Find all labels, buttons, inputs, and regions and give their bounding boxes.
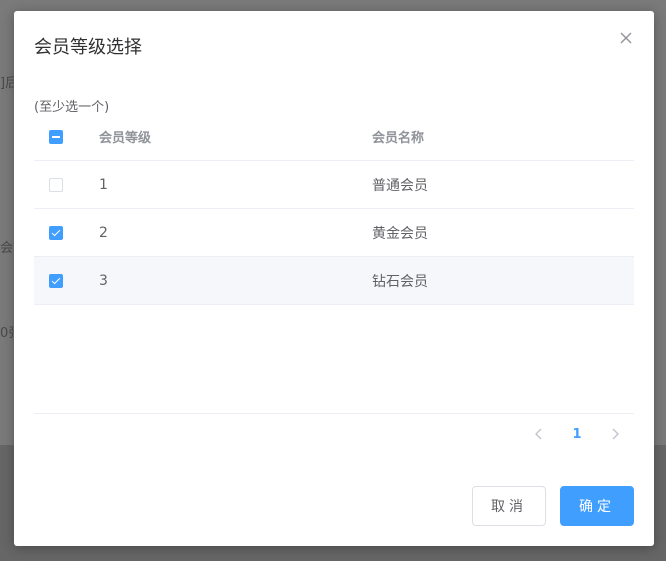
name-cell: 黄金会员 [372,225,428,242]
column-header-level[interactable]: 会员等级 [99,113,151,160]
row-checkbox[interactable] [49,177,63,192]
close-button[interactable] [618,30,634,46]
close-icon [620,32,632,44]
table-row[interactable]: 1 普通会员 [34,161,634,209]
level-cell: 1 [99,176,108,193]
next-page-button[interactable] [596,420,634,448]
background-text-fragment: 会 [0,241,14,256]
cancel-button[interactable]: 取消 [472,486,546,526]
select-all-checkbox[interactable] [49,129,63,144]
name-cell: 普通会员 [372,177,428,194]
page-number-current[interactable]: 1 [558,420,596,448]
chevron-left-icon [535,428,542,440]
member-level-dialog: 会员等级选择 (至少选一个) 会员等级 会员名称 1 普通会员 2 黄金会员 3… [14,11,654,546]
member-level-table: 会员等级 会员名称 1 普通会员 2 黄金会员 3 钻石会员 [34,113,634,305]
dialog-title: 会员等级选择 [34,37,142,58]
chevron-right-icon [612,428,619,440]
name-cell: 钻石会员 [372,273,428,290]
level-cell: 2 [99,224,108,241]
row-checkbox[interactable] [49,273,63,288]
table-row[interactable]: 3 钻石会员 [34,257,634,305]
table-header-row: 会员等级 会员名称 [34,113,634,161]
level-cell: 3 [99,272,108,289]
pagination: 1 [520,419,634,449]
column-header-name[interactable]: 会员名称 [372,113,424,160]
row-checkbox[interactable] [49,225,63,240]
confirm-button[interactable]: 确定 [560,486,634,526]
table-bottom-divider [34,413,634,414]
table-row[interactable]: 2 黄金会员 [34,209,634,257]
prev-page-button[interactable] [520,420,558,448]
